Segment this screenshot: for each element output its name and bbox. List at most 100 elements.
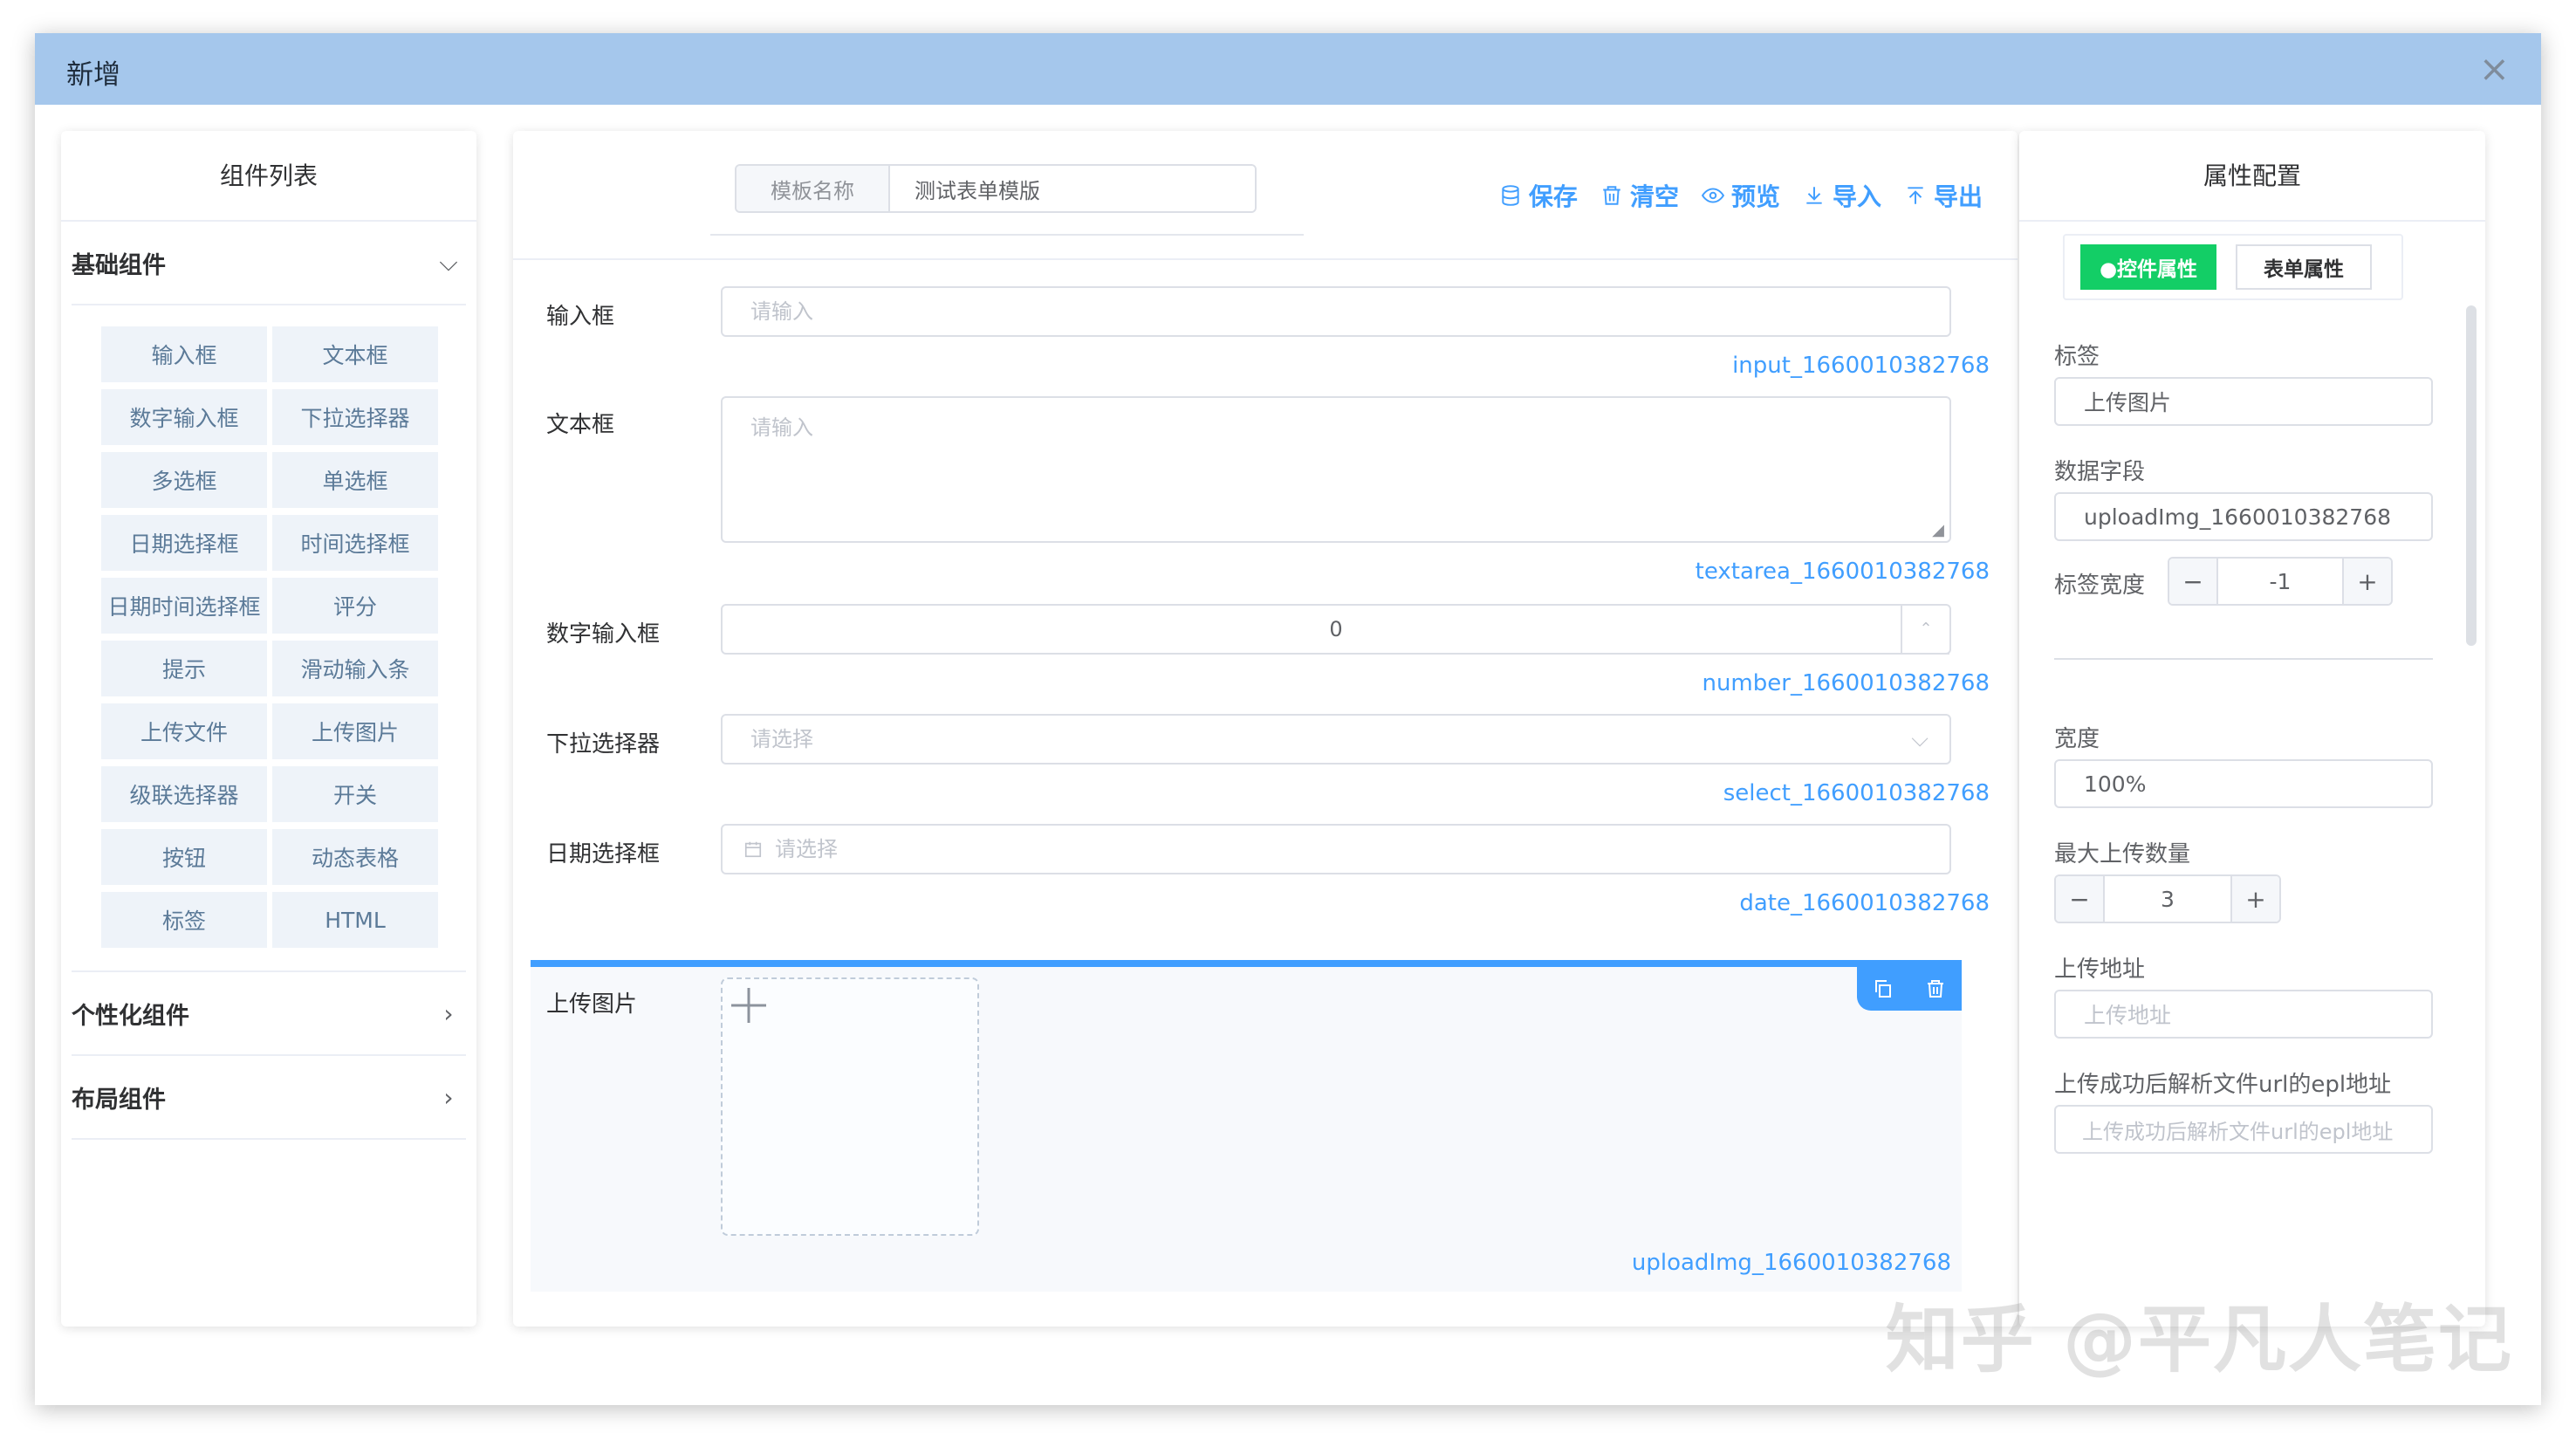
component-item[interactable]: 时间选择框 xyxy=(272,515,438,571)
import-label: 导入 xyxy=(1832,182,1881,211)
component-item[interactable]: HTML xyxy=(272,892,438,948)
date-field[interactable]: 请选择 xyxy=(721,824,1951,874)
save-button[interactable]: 保存 xyxy=(1499,178,1578,213)
import-button[interactable]: 导入 xyxy=(1803,178,1881,213)
component-item[interactable]: 输入框 xyxy=(101,326,267,382)
chevron-down-icon: ⌵ xyxy=(1911,726,1929,752)
export-button[interactable]: 导出 xyxy=(1904,178,1983,213)
active-upload-row[interactable]: 上传图片 uploadImg_1660010382768 xyxy=(531,960,1962,1292)
property-panel-title: 属性配置 xyxy=(2019,131,2485,222)
row-actions xyxy=(1857,967,1962,1011)
custom-components-header[interactable]: 个性化组件 › xyxy=(72,972,466,1056)
tab-form-properties[interactable]: 表单属性 xyxy=(2236,244,2372,290)
date-field-label: 日期选择框 xyxy=(546,841,661,867)
save-label: 保存 xyxy=(1528,182,1578,211)
component-item[interactable]: 动态表格 xyxy=(272,829,438,885)
component-item[interactable]: 开关 xyxy=(272,766,438,822)
stepper-up-icon[interactable]: ⌃ xyxy=(1902,606,1949,655)
component-list-title: 组件列表 xyxy=(61,131,476,222)
input-field-id: input_1660010382768 xyxy=(1732,353,1990,379)
date-placeholder: 请选择 xyxy=(775,837,838,861)
template-name-label: 模板名称 xyxy=(736,166,890,211)
component-item[interactable]: 上传文件 xyxy=(101,703,267,759)
label-width-stepper[interactable]: − -1 + xyxy=(2168,557,2393,606)
layout-components-header[interactable]: 布局组件 › xyxy=(72,1056,466,1140)
textarea-field-id: textarea_1660010382768 xyxy=(1695,559,1990,585)
layout-components-label: 布局组件 xyxy=(72,1086,166,1114)
dialog: 新增 × 组件列表 基础组件 ⌵ 输入框 文本框 数字输入框 下拉选择器 多选框… xyxy=(35,33,2541,1405)
upload-box[interactable] xyxy=(721,977,979,1236)
upload-url-prop-label: 上传地址 xyxy=(2054,957,2146,983)
component-item[interactable]: 提示 xyxy=(101,641,267,696)
label-prop-input[interactable]: 上传图片 xyxy=(2054,377,2433,426)
template-name-group: 模板名称 xyxy=(735,164,1257,213)
minus-icon[interactable]: − xyxy=(2056,876,2105,922)
dialog-header: 新增 × xyxy=(35,33,2541,105)
component-item[interactable]: 多选框 xyxy=(101,452,267,508)
scrollbar[interactable] xyxy=(2466,305,2477,646)
export-label: 导出 xyxy=(1933,182,1983,211)
textarea-field-label: 文本框 xyxy=(546,412,615,438)
max-upload-value[interactable]: 3 xyxy=(2105,876,2230,922)
select-field[interactable]: 请选择 ⌵ xyxy=(721,714,1951,765)
number-field[interactable]: 0 ⌃ ⌄ xyxy=(721,604,1951,687)
custom-components-label: 个性化组件 xyxy=(72,1002,189,1030)
template-underline xyxy=(710,234,1304,236)
component-item[interactable]: 下拉选择器 xyxy=(272,389,438,445)
property-tabs: ●控件属性 表单属性 xyxy=(2063,234,2403,300)
plus-icon[interactable]: + xyxy=(2230,876,2279,922)
component-item[interactable]: 上传图片 xyxy=(272,703,438,759)
resize-handle-icon[interactable]: ◢ xyxy=(1932,521,1944,539)
close-icon[interactable]: × xyxy=(2479,47,2510,91)
template-name-input[interactable] xyxy=(890,166,1255,211)
parse-url-input[interactable]: 上传成功后解析文件url的epl地址 xyxy=(2054,1105,2433,1154)
upload-icon xyxy=(1908,187,1923,204)
property-panel: 属性配置 ●控件属性 表单属性 标签 上传图片 数据字段 uploadImg_1… xyxy=(2019,131,2485,1327)
upload-field-label: 上传图片 xyxy=(546,991,638,1018)
basic-components-header[interactable]: 基础组件 ⌵ xyxy=(72,222,466,305)
field-prop-input[interactable]: uploadImg_1660010382768 xyxy=(2054,492,2433,541)
plus-icon[interactable]: + xyxy=(2342,559,2391,604)
component-item[interactable]: 单选框 xyxy=(272,452,438,508)
dialog-title: 新增 xyxy=(66,59,120,91)
component-list-panel: 组件列表 基础组件 ⌵ 输入框 文本框 数字输入框 下拉选择器 多选框 单选框 … xyxy=(61,131,476,1327)
trash-icon xyxy=(1603,186,1620,205)
max-upload-stepper[interactable]: − 3 + xyxy=(2054,874,2281,923)
clear-button[interactable]: 清空 xyxy=(1600,178,1679,213)
component-item[interactable]: 文本框 xyxy=(272,326,438,382)
delete-icon[interactable] xyxy=(1925,978,1946,999)
number-field-label: 数字输入框 xyxy=(546,621,661,648)
chevron-right-icon: › xyxy=(443,998,454,1028)
copy-icon[interactable] xyxy=(1873,978,1894,999)
label-prop-label: 标签 xyxy=(2054,344,2100,370)
preview-label: 预览 xyxy=(1730,182,1780,211)
select-field-id: select_1660010382768 xyxy=(1723,780,1990,806)
label-width-value[interactable]: -1 xyxy=(2218,559,2342,604)
number-stepper[interactable]: ⌃ ⌄ xyxy=(1901,606,1949,687)
upload-url-input[interactable]: 上传地址 xyxy=(2054,990,2433,1039)
component-item[interactable]: 日期选择框 xyxy=(101,515,267,571)
calendar-icon xyxy=(744,841,762,858)
textarea-placeholder: 请输入 xyxy=(750,415,813,440)
textarea-field[interactable]: 请输入 ◢ xyxy=(721,396,1951,543)
component-item[interactable]: 按钮 xyxy=(101,829,267,885)
minus-icon[interactable]: − xyxy=(2169,559,2218,604)
tab-control-properties[interactable]: ●控件属性 xyxy=(2080,244,2216,290)
input-field[interactable]: 请输入 xyxy=(721,286,1951,337)
preview-button[interactable]: 预览 xyxy=(1701,178,1780,213)
component-item[interactable]: 级联选择器 xyxy=(101,766,267,822)
field-prop-label: 数据字段 xyxy=(2054,459,2146,485)
watermark: 知乎 @平凡人笔记 xyxy=(1885,1297,2513,1382)
width-prop-input[interactable]: 100% xyxy=(2054,759,2433,808)
number-value: 0 xyxy=(1329,617,1343,641)
component-item[interactable]: 日期时间选择框 xyxy=(101,578,267,634)
width-prop-label: 宽度 xyxy=(2054,726,2100,752)
input-field-label: 输入框 xyxy=(546,304,615,330)
max-upload-prop-label: 最大上传数量 xyxy=(2054,841,2191,867)
component-item[interactable]: 评分 xyxy=(272,578,438,634)
component-item[interactable]: 滑动输入条 xyxy=(272,641,438,696)
component-item[interactable]: 标签 xyxy=(101,892,267,948)
download-icon xyxy=(1806,187,1822,204)
component-item[interactable]: 数字输入框 xyxy=(101,389,267,445)
designer-toolbar: 模板名称 保存 清空 预览 导入 xyxy=(513,131,2018,260)
